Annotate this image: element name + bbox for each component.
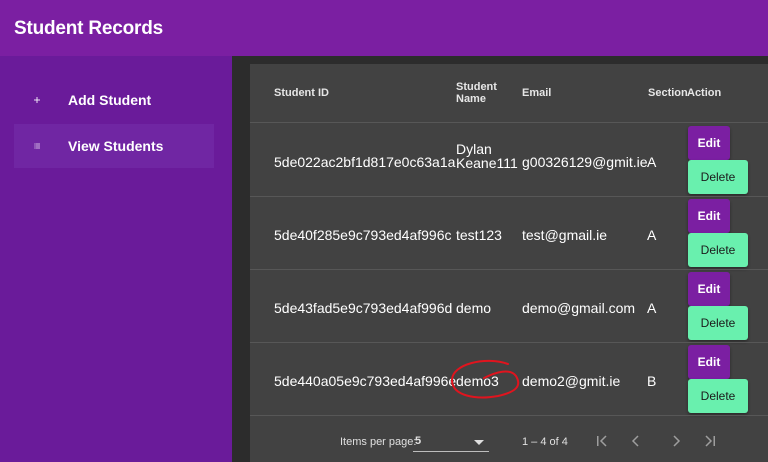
student-id-cell: 5de40f285e9c793ed4af996c [274, 227, 452, 243]
student-name-cell: demo [456, 300, 492, 316]
column-header-student-name[interactable]: Student Name [456, 64, 497, 122]
edit-button[interactable]: Edit [688, 345, 730, 379]
section-cell: A [647, 227, 657, 243]
column-header-student-id[interactable]: Student ID [274, 64, 329, 122]
email-cell: demo@gmail.com [522, 300, 636, 316]
column-header-email[interactable]: Email [522, 64, 551, 122]
students-table: Student ID Student Name Email Section Ac… [250, 64, 768, 462]
sidebar-item-label: Add Student [68, 92, 152, 108]
divider [250, 269, 768, 270]
student-name-cell: Dylan Keane111 [456, 141, 518, 171]
chevron-left-icon [631, 435, 639, 447]
section-cell: A [647, 154, 657, 170]
student-name-cell: test123 [456, 227, 502, 243]
section-cell: A [647, 300, 657, 316]
edit-button[interactable]: Edit [688, 272, 730, 306]
plus-icon [14, 93, 40, 107]
column-header-section[interactable]: Section [648, 64, 688, 122]
chevron-right-icon [673, 435, 681, 447]
items-per-page-label: Items per page: [340, 436, 417, 448]
sidebar-item-view-students[interactable]: View Students [14, 124, 214, 168]
paginator: Items per page: 5 1 – 4 of 4 [250, 422, 768, 462]
first-page-button[interactable] [590, 428, 614, 454]
delete-button[interactable]: Delete [688, 160, 748, 194]
email-cell: g00326129@gmit.ie [522, 154, 648, 170]
edit-button[interactable]: Edit [688, 126, 730, 160]
page-range-label: 1 – 4 of 4 [522, 436, 568, 448]
delete-button[interactable]: Delete [688, 379, 748, 413]
student-id-cell: 5de022ac2bf1d817e0c63a1a [274, 154, 456, 170]
section-cell: B [647, 373, 657, 389]
list-icon [14, 139, 40, 153]
edit-button[interactable]: Edit [688, 199, 730, 233]
app-title: Student Records [14, 18, 164, 39]
dropdown-arrow-icon [474, 440, 484, 445]
delete-button[interactable]: Delete [688, 306, 748, 340]
previous-page-button[interactable] [624, 428, 648, 454]
divider [250, 415, 768, 416]
annotation-circle [450, 359, 520, 399]
divider [250, 122, 768, 123]
delete-button[interactable]: Delete [688, 233, 748, 267]
last-page-icon [705, 435, 715, 447]
divider [250, 196, 768, 197]
app-toolbar: Student Records [0, 0, 768, 56]
page-size-select[interactable]: 5 [413, 432, 489, 452]
sidebar-item-label: View Students [68, 138, 164, 154]
email-cell: demo2@gmit.ie [522, 373, 621, 389]
sidebar-item-add-student[interactable]: Add Student [14, 78, 214, 122]
sidebar: Add Student View Students [0, 56, 232, 462]
main-content: Student ID Student Name Email Section Ac… [232, 56, 768, 462]
divider [250, 342, 768, 343]
student-id-cell: 5de440a05e9c793ed4af996e [274, 373, 457, 389]
email-cell: test@gmail.ie [522, 227, 608, 243]
first-page-icon [597, 435, 607, 447]
last-page-button[interactable] [698, 428, 722, 454]
student-id-cell: 5de43fad5e9c793ed4af996d [274, 300, 453, 316]
page-size-value: 5 [415, 435, 422, 447]
next-page-button[interactable] [664, 428, 688, 454]
column-header-action: Action [687, 87, 722, 99]
